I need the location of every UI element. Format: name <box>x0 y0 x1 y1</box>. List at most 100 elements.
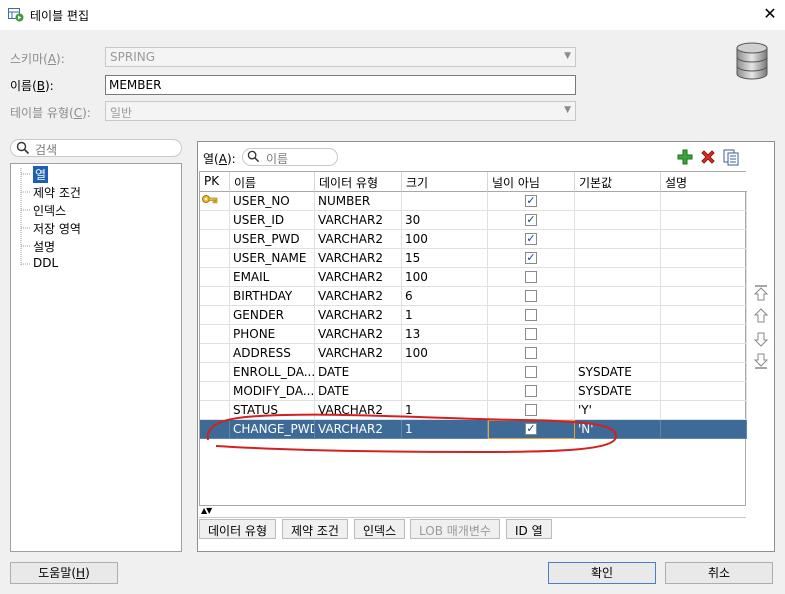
data-type-cell[interactable]: VARCHAR2 <box>315 249 402 268</box>
pk-cell[interactable] <box>200 420 230 439</box>
pk-cell[interactable] <box>200 344 230 363</box>
move-up-icon[interactable] <box>752 307 770 325</box>
not-null-checkbox[interactable] <box>525 347 537 359</box>
tab-identity-column[interactable]: ID 열 <box>506 519 552 539</box>
column-name-cell[interactable]: USER_PWD <box>230 230 315 249</box>
not-null-cell[interactable] <box>488 287 575 306</box>
not-null-cell[interactable] <box>488 382 575 401</box>
tab-constraints[interactable]: 제약 조건 <box>282 519 348 539</box>
comment-cell[interactable] <box>661 249 747 268</box>
size-cell[interactable]: 6 <box>402 287 488 306</box>
pk-cell[interactable] <box>200 287 230 306</box>
not-null-checkbox[interactable] <box>525 290 537 302</box>
not-null-checkbox[interactable]: ✓ <box>525 195 537 207</box>
size-cell[interactable] <box>402 363 488 382</box>
not-null-cell[interactable]: ✓ <box>488 230 575 249</box>
pk-cell[interactable] <box>200 268 230 287</box>
data-type-cell[interactable]: VARCHAR2 <box>315 230 402 249</box>
nav-item-constraints[interactable]: 제약 조건 <box>33 184 81 201</box>
nav-item-indexes[interactable]: 인덱스 <box>33 202 66 219</box>
default-cell[interactable]: SYSDATE <box>575 363 661 382</box>
not-null-checkbox[interactable] <box>525 271 537 283</box>
default-cell[interactable]: 'Y' <box>575 401 661 420</box>
column-name-cell[interactable]: PHONE <box>230 325 315 344</box>
column-name-cell[interactable]: ENROLL_DA... <box>230 363 315 382</box>
schema-select[interactable]: SPRING ▼ <box>105 47 576 67</box>
not-null-cell[interactable]: ✓ <box>488 211 575 230</box>
comment-cell[interactable] <box>661 211 747 230</box>
pk-cell[interactable] <box>200 363 230 382</box>
size-cell[interactable]: 100 <box>402 344 488 363</box>
header-default[interactable]: 기본값 <box>575 172 661 192</box>
table-name-input[interactable]: MEMBER <box>105 75 576 95</box>
size-cell[interactable]: 100 <box>402 268 488 287</box>
pk-cell[interactable] <box>200 306 230 325</box>
nav-item-columns[interactable]: 열 <box>33 166 49 183</box>
tab-indexes[interactable]: 인덱스 <box>354 519 406 539</box>
not-null-checkbox[interactable]: ✓ <box>525 252 537 264</box>
not-null-checkbox[interactable] <box>525 309 537 321</box>
not-null-cell[interactable] <box>488 306 575 325</box>
size-cell[interactable]: 1 <box>402 401 488 420</box>
nav-search-input[interactable]: 검색 <box>10 139 182 157</box>
nav-item-comment[interactable]: 설명 <box>33 238 55 255</box>
comment-cell[interactable] <box>661 287 747 306</box>
comment-cell[interactable] <box>661 192 747 211</box>
header-comment[interactable]: 설명 <box>661 172 747 192</box>
not-null-cell[interactable] <box>488 268 575 287</box>
pk-cell[interactable] <box>200 325 230 344</box>
not-null-checkbox[interactable] <box>525 404 537 416</box>
default-cell[interactable] <box>575 344 661 363</box>
not-null-cell[interactable] <box>488 344 575 363</box>
pk-cell[interactable] <box>200 382 230 401</box>
size-cell[interactable] <box>402 382 488 401</box>
header-pk[interactable]: PK <box>200 172 230 192</box>
header-not-null[interactable]: 널이 아님 <box>488 172 575 192</box>
tab-lob-parameters[interactable]: LOB 매개변수 <box>410 519 500 539</box>
pk-cell[interactable] <box>200 211 230 230</box>
data-type-cell[interactable]: VARCHAR2 <box>315 211 402 230</box>
default-cell[interactable] <box>575 211 661 230</box>
move-bottom-icon[interactable] <box>752 352 770 370</box>
size-cell[interactable]: 30 <box>402 211 488 230</box>
size-cell[interactable]: 13 <box>402 325 488 344</box>
size-cell[interactable]: 100 <box>402 230 488 249</box>
cancel-button[interactable]: 취소 <box>665 562 773 584</box>
tab-data-type[interactable]: 데이터 유형 <box>199 519 277 539</box>
size-cell[interactable] <box>402 192 488 211</box>
default-cell[interactable] <box>575 268 661 287</box>
data-type-cell[interactable]: DATE <box>315 382 402 401</box>
comment-cell[interactable] <box>661 363 747 382</box>
size-cell[interactable]: 1 <box>402 420 488 439</box>
not-null-checkbox[interactable]: ✓ <box>525 423 537 435</box>
default-cell[interactable] <box>575 325 661 344</box>
delete-column-icon[interactable] <box>700 149 716 165</box>
column-name-cell[interactable]: MODIFY_DA... <box>230 382 315 401</box>
default-cell[interactable]: SYSDATE <box>575 382 661 401</box>
data-type-cell[interactable]: VARCHAR2 <box>315 268 402 287</box>
data-type-cell[interactable]: VARCHAR2 <box>315 420 402 439</box>
comment-cell[interactable] <box>661 344 747 363</box>
comment-cell[interactable] <box>661 230 747 249</box>
default-cell[interactable] <box>575 192 661 211</box>
comment-cell[interactable] <box>661 401 747 420</box>
pk-cell[interactable] <box>200 230 230 249</box>
size-cell[interactable]: 15 <box>402 249 488 268</box>
pk-cell[interactable] <box>200 249 230 268</box>
ok-button[interactable]: 확인 <box>548 562 656 584</box>
nav-item-storage[interactable]: 저장 영역 <box>33 220 81 237</box>
column-search-input[interactable]: 이름 <box>242 148 338 166</box>
help-button[interactable]: 도움말(H) <box>10 562 118 584</box>
not-null-checkbox[interactable] <box>525 385 537 397</box>
not-null-checkbox[interactable]: ✓ <box>525 214 537 226</box>
not-null-cell[interactable]: ✓ <box>488 192 575 211</box>
column-name-cell[interactable]: ADDRESS <box>230 344 315 363</box>
column-name-cell[interactable]: USER_NO <box>230 192 315 211</box>
split-handle-icon[interactable]: ▲▼ <box>201 506 212 515</box>
comment-cell[interactable] <box>661 325 747 344</box>
not-null-checkbox[interactable]: ✓ <box>525 233 537 245</box>
move-down-icon[interactable] <box>752 330 770 348</box>
pk-cell[interactable] <box>200 192 230 211</box>
column-name-cell[interactable]: BIRTHDAY <box>230 287 315 306</box>
default-cell[interactable] <box>575 287 661 306</box>
